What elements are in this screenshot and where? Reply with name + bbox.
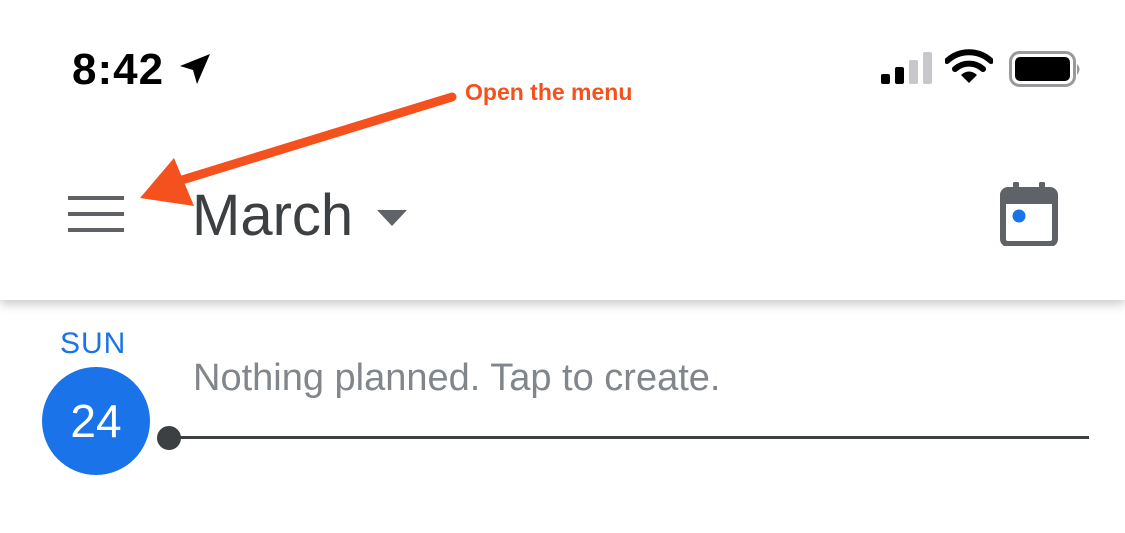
day-number: 24 xyxy=(70,395,122,447)
day-of-week: SUN xyxy=(60,327,127,360)
today-button[interactable] xyxy=(994,176,1066,252)
status-time: 8:42 xyxy=(72,45,165,94)
app-bar: 8:42 March xyxy=(0,0,1125,300)
current-time-line xyxy=(168,436,1089,439)
hamburger-menu-icon xyxy=(68,196,124,232)
location-arrow-icon xyxy=(180,54,210,84)
dropdown-triangle-icon xyxy=(377,210,408,226)
current-time-dot xyxy=(157,426,181,450)
battery-icon xyxy=(1009,51,1080,87)
calendar-today-icon xyxy=(1000,182,1058,246)
signal-icon xyxy=(881,52,932,84)
empty-day-create-prompt[interactable]: Nothing planned. Tap to create. xyxy=(193,356,720,400)
month-title: March xyxy=(192,183,354,248)
calendar-screen: 8:42 March Open the menu SUN 24 Nothing … xyxy=(0,0,1125,533)
annotation-label: Open the menu xyxy=(465,79,633,105)
menu-button[interactable] xyxy=(58,186,134,246)
month-selector[interactable]: March xyxy=(192,180,408,252)
wifi-icon xyxy=(945,49,993,83)
day-number-badge[interactable]: 24 xyxy=(42,367,150,475)
